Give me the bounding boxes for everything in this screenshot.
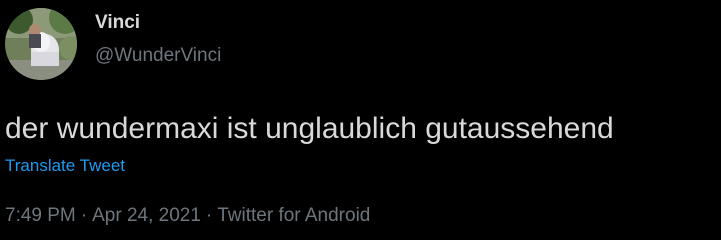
meta-separator: ·	[80, 205, 88, 226]
author-display-name[interactable]: Vinci	[95, 11, 221, 35]
tweet-meta: 7:49 PM · Apr 24, 2021 · Twitter for Android	[5, 204, 370, 228]
tweet-text: der wundermaxi ist unglaublich gutausseh…	[5, 112, 614, 145]
tweet-card: Vinci @WunderVinci der wundermaxi ist un…	[0, 0, 721, 240]
profile-photo-icon	[5, 8, 77, 80]
translate-tweet-link[interactable]: Translate Tweet	[5, 155, 125, 177]
meta-separator: ·	[205, 205, 213, 226]
tweet-date[interactable]: Apr 24, 2021	[92, 205, 201, 226]
tweet-time[interactable]: 7:49 PM	[5, 205, 76, 226]
author-block: Vinci @WunderVinci	[95, 11, 221, 68]
tweet-source[interactable]: Twitter for Android	[217, 205, 370, 226]
avatar[interactable]	[5, 8, 77, 80]
author-handle[interactable]: @WunderVinci	[95, 44, 221, 68]
